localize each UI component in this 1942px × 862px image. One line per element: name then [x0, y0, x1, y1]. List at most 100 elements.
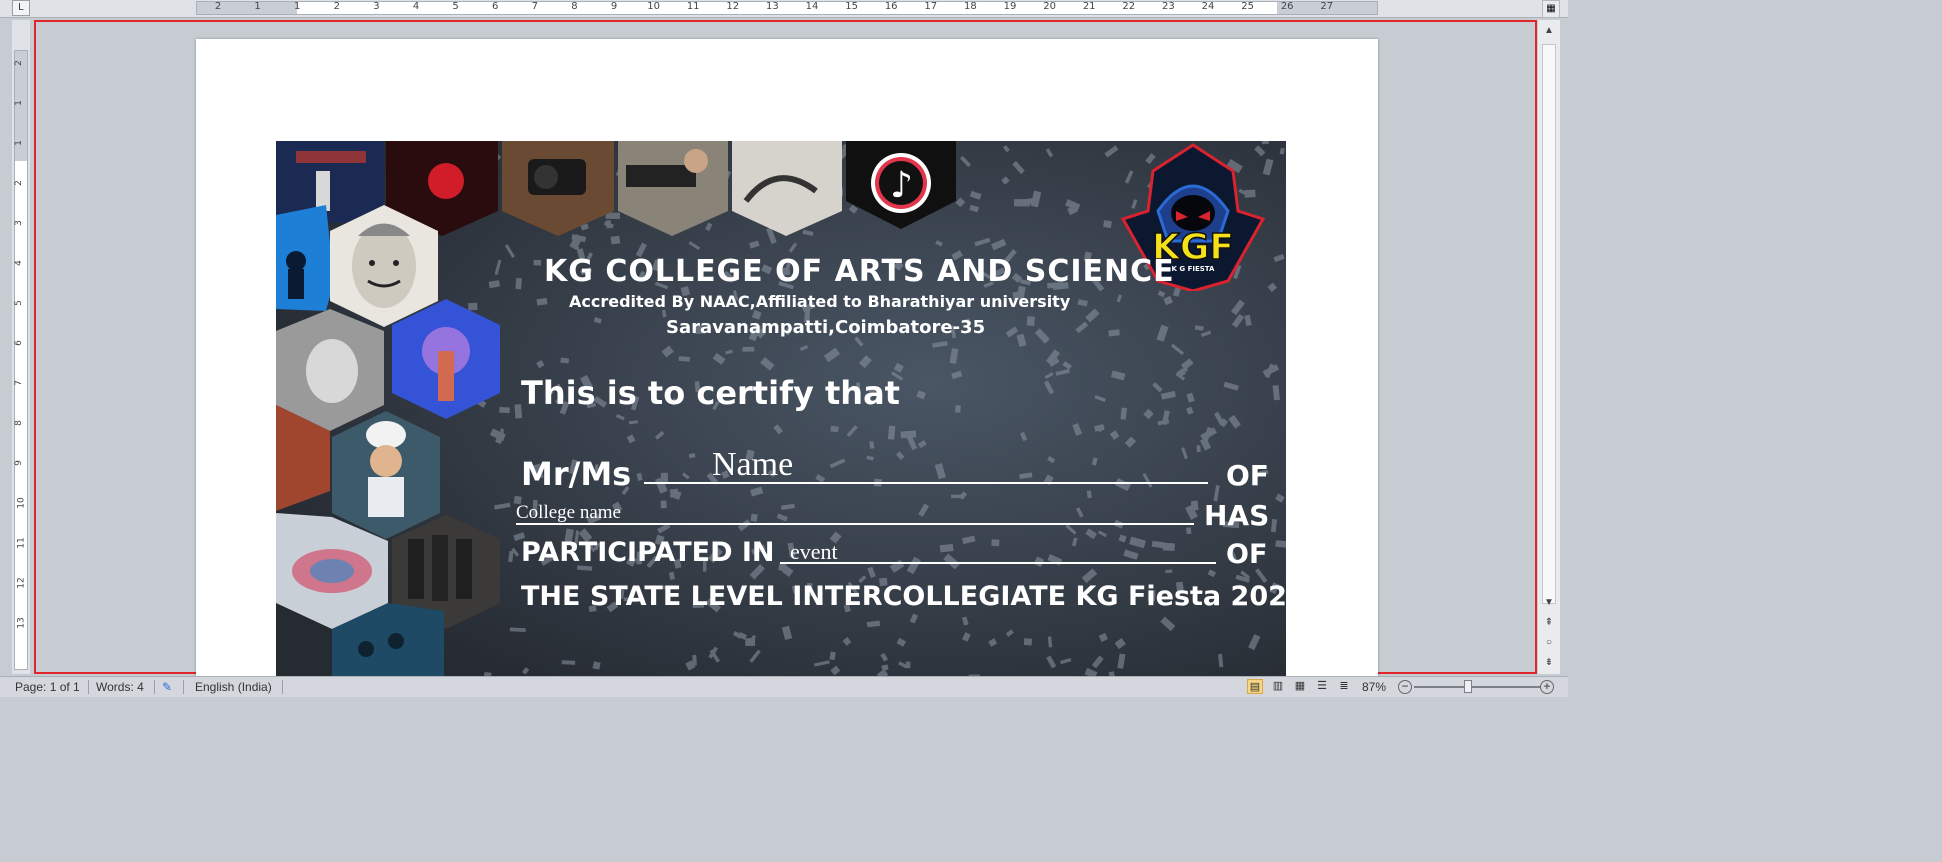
collage-photo-camera: [502, 141, 614, 236]
vertical-ruler-number: 5: [13, 300, 24, 306]
tab-selector-button[interactable]: L: [12, 0, 30, 16]
outline-view-icon[interactable]: ☰: [1314, 679, 1330, 694]
ruler-number: 21: [1082, 1, 1096, 12]
horizontal-ruler[interactable]: L 2 1 1 2 3 4 5 6 7 8 9 10 11 12 13 14 15 16 17 18 19 20 21 22 2…: [0, 0, 1568, 18]
vertical-scrollbar[interactable]: ▲ ▼ ⇞ ○ ⇟: [1538, 20, 1560, 674]
ruler-number: 25: [1241, 1, 1254, 12]
vertical-ruler-number: 1: [13, 140, 24, 146]
ruler-number: 2: [214, 1, 222, 12]
status-separator: [88, 680, 89, 694]
proofing-icon[interactable]: ✎: [162, 680, 172, 694]
vertical-ruler[interactable]: 2 1 1 2 3 4 5 6 7 8 9 10 11 12 13: [12, 20, 30, 674]
ruler-number: 20: [1043, 1, 1056, 12]
vertical-ruler-number: 1: [13, 100, 24, 106]
ruler-numbers: 2 1 1 2 3 4 5 6 7 8 9 10 11 12 13 14 15 16 17 18 19 20 21 22 23 2…: [196, 1, 1378, 15]
view-ruler-toggle-icon[interactable]: ▦: [1542, 0, 1560, 18]
ruler-number: 7: [531, 1, 538, 12]
name-field[interactable]: Name: [712, 446, 793, 484]
ruler-number: 15: [845, 1, 858, 12]
ruler-number: 22: [1122, 1, 1136, 12]
web-layout-view-icon[interactable]: ▦: [1292, 679, 1308, 694]
college-title: KG COLLEGE OF ARTS AND SCIENCE: [544, 254, 1175, 289]
vertical-ruler-number: 13: [16, 617, 27, 629]
confetti-piece: [1103, 220, 1112, 229]
ruler-number: 13: [766, 1, 779, 12]
certificate: ♪ KGF K G FIESTA KG COLLEGE OF ARTS AND …: [276, 141, 1286, 676]
collage-photo-face-bw: [276, 309, 384, 431]
ruler-number: 9: [610, 1, 618, 12]
address-line: Saravanampatti,Coimbatore-35: [666, 317, 986, 338]
select-browse-object-icon[interactable]: ○: [1538, 634, 1560, 652]
confetti-piece: [1196, 445, 1201, 453]
language-indicator[interactable]: English (India): [195, 680, 272, 694]
college-underline: [516, 523, 1194, 525]
vertical-ruler-number: 2: [13, 60, 24, 66]
vertical-ruler-number: 3: [13, 220, 24, 226]
status-separator: [183, 680, 184, 694]
vertical-ruler-number: 12: [16, 577, 27, 589]
vertical-ruler-number: 7: [13, 380, 24, 386]
collage-photo-cameraman: [618, 141, 728, 236]
confetti-piece: [1165, 569, 1173, 573]
vertical-ruler-number: 2: [13, 180, 24, 186]
ruler-number: 19: [1003, 1, 1017, 12]
vertical-ruler-number: 9: [13, 460, 24, 466]
zoom-level[interactable]: 87%: [1362, 680, 1386, 694]
zoom-slider-track[interactable]: [1414, 686, 1540, 688]
word-count[interactable]: Words: 4: [96, 680, 144, 694]
ruler-number: 6: [492, 1, 499, 12]
tiktok-icon: ♪: [846, 141, 956, 229]
next-page-icon[interactable]: ⇟: [1538, 654, 1560, 672]
ruler-number: 10: [647, 1, 660, 12]
vertical-ruler-number: 11: [16, 537, 27, 549]
zoom-in-icon[interactable]: +: [1540, 680, 1554, 694]
status-separator: [154, 680, 155, 694]
ruler-number: 17: [924, 1, 938, 12]
vertical-ruler-numbers: 2 1 1 2 3 4 5 6 7 8 9 10 11 12 13: [12, 50, 30, 670]
ruler-number: 3: [373, 1, 380, 12]
confetti-piece: [991, 539, 1000, 547]
of-label: OF: [1226, 459, 1269, 492]
ruler-number: 27: [1320, 1, 1334, 12]
zoom-out-icon[interactable]: −: [1398, 680, 1412, 694]
certify-heading: This is to certify that: [521, 374, 900, 412]
scroll-down-icon[interactable]: ▼: [1538, 594, 1560, 612]
ruler-number: 18: [964, 1, 977, 12]
collage-photo-child-chef: [332, 411, 440, 539]
has-label: HAS: [1204, 499, 1270, 532]
svg-text:♪: ♪: [890, 165, 913, 206]
name-underline: [644, 482, 1208, 484]
ruler-number: 1: [294, 1, 301, 12]
scrollbar-thumb[interactable]: [1542, 44, 1556, 604]
ruler-number: 2: [333, 1, 340, 12]
logo-subtext: K G FIESTA: [1172, 265, 1215, 273]
event-underline: [780, 562, 1216, 564]
ruler-number: 26: [1280, 1, 1294, 12]
mr-ms-label: Mr/Ms: [521, 455, 632, 493]
vertical-ruler-number: 6: [13, 340, 24, 346]
ruler-number: 24: [1201, 1, 1215, 12]
confetti-piece: [1026, 316, 1035, 326]
document-page[interactable]: ♪ KGF K G FIESTA KG COLLEGE OF ARTS AND …: [196, 39, 1378, 679]
collage-photo-dance-silhouettes: [276, 205, 334, 311]
print-layout-view-icon[interactable]: ▤: [1247, 679, 1263, 694]
participated-label: PARTICIPATED IN: [521, 537, 775, 568]
collage-photo-concert: [276, 141, 384, 223]
vertical-ruler-number: 4: [13, 260, 24, 266]
collage-photo-bharathiyar-sketch: [330, 205, 438, 327]
accreditation-line: Accredited By NAAC,Affiliated to Bharath…: [569, 292, 1071, 311]
full-screen-reading-view-icon[interactable]: ▥: [1270, 679, 1286, 694]
zoom-slider-thumb[interactable]: [1464, 680, 1472, 693]
page-count[interactable]: Page: 1 of 1: [15, 680, 80, 694]
confetti-piece: [1186, 527, 1192, 535]
previous-page-icon[interactable]: ⇞: [1538, 614, 1560, 632]
status-bar: Page: 1 of 1 Words: 4 ✎ English (India) …: [0, 676, 1568, 697]
confetti-piece: [1023, 638, 1033, 646]
document-area[interactable]: ♪ KGF K G FIESTA KG COLLEGE OF ARTS AND …: [34, 20, 1537, 679]
collage-photo-drawing: [732, 141, 842, 236]
draft-view-icon[interactable]: ≣: [1336, 679, 1352, 694]
ruler-number: 5: [452, 1, 459, 12]
scroll-up-icon[interactable]: ▲: [1538, 22, 1560, 40]
college-name-field[interactable]: College name: [516, 502, 621, 524]
of-label-2: OF: [1226, 539, 1268, 570]
